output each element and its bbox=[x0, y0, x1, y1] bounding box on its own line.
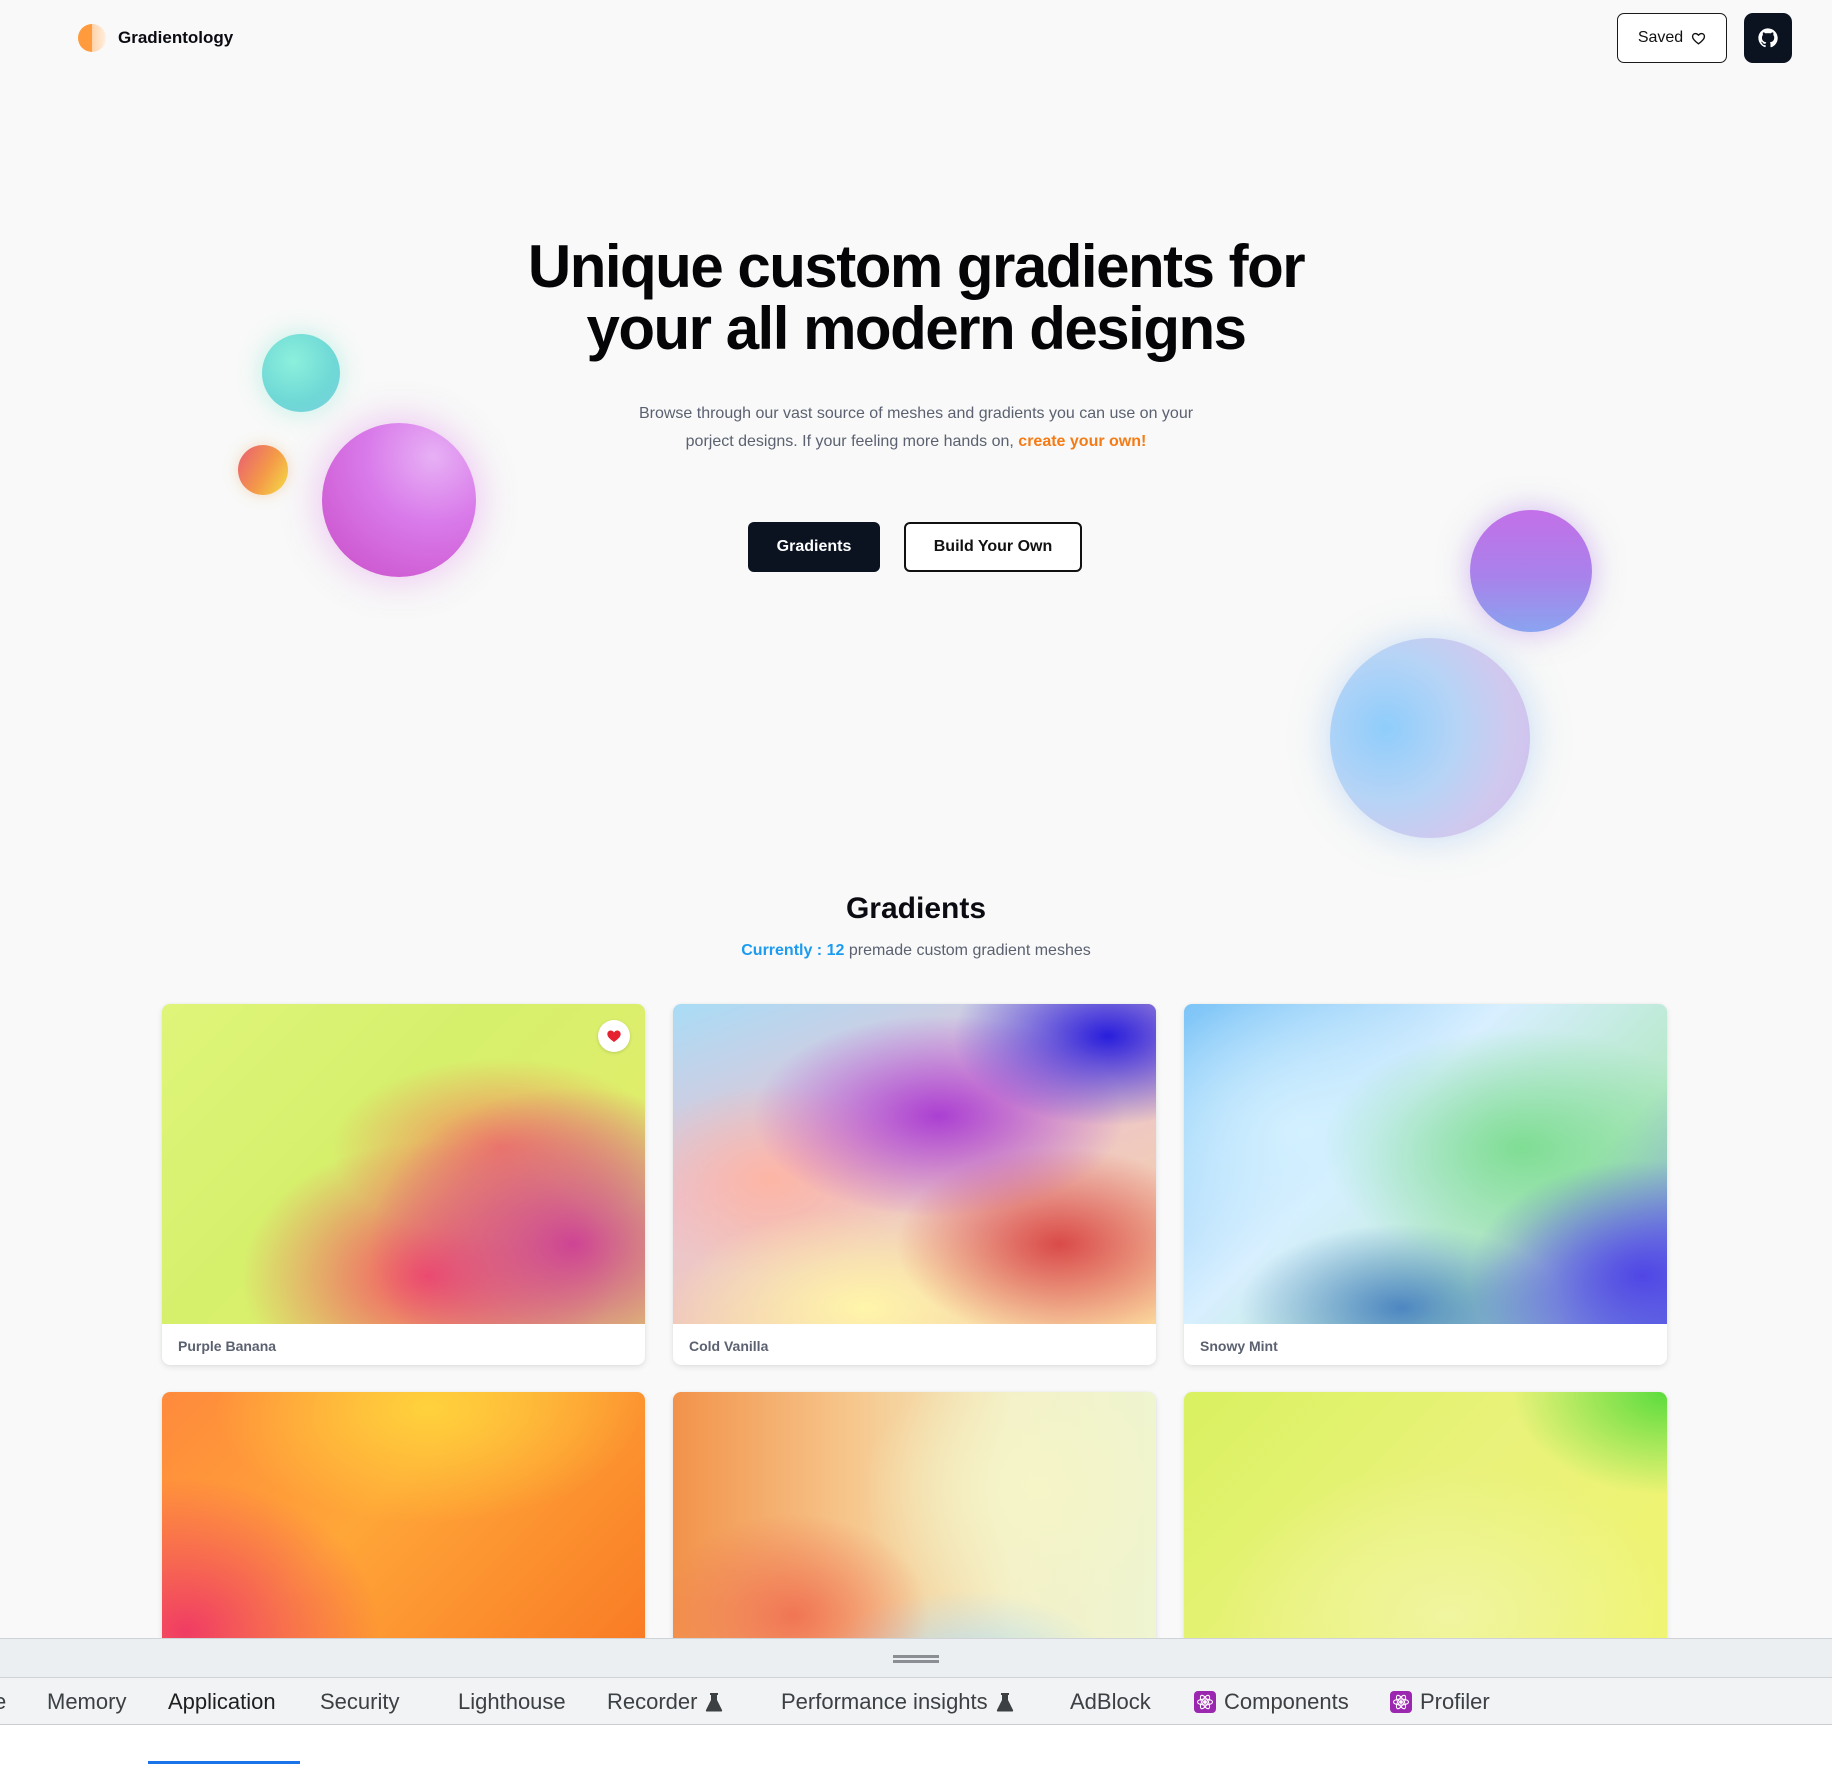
heart-outline-icon bbox=[1692, 32, 1706, 44]
hero-title-line2: your all modern designs bbox=[586, 295, 1248, 362]
devtools-panel: e Memory Application Security Lighthouse… bbox=[0, 1638, 1832, 1774]
tab-overflow-fragment[interactable]: e bbox=[0, 1678, 6, 1726]
gradient-name: Cold Vanilla bbox=[689, 1338, 769, 1354]
flask-icon bbox=[706, 1693, 723, 1712]
heart-filled-icon bbox=[607, 1030, 621, 1042]
react-icon bbox=[1194, 1691, 1216, 1713]
gradient-card[interactable]: Snowy Mint bbox=[1184, 1004, 1667, 1365]
gradient-name: Purple Banana bbox=[178, 1338, 277, 1354]
gradient-swatch[interactable] bbox=[1184, 1004, 1667, 1324]
decorative-orb bbox=[322, 423, 476, 577]
tab-label: Components bbox=[1224, 1689, 1349, 1714]
flask-icon bbox=[996, 1693, 1013, 1712]
github-button[interactable] bbox=[1744, 13, 1792, 63]
tab-adblock[interactable]: AdBlock bbox=[1070, 1678, 1151, 1726]
build-your-own-button[interactable]: Build Your Own bbox=[904, 522, 1082, 572]
tab-lighthouse[interactable]: Lighthouse bbox=[458, 1678, 566, 1726]
tab-label: AdBlock bbox=[1070, 1689, 1151, 1714]
gradient-name: Snowy Mint bbox=[1200, 1338, 1278, 1354]
tab-application[interactable]: Application bbox=[168, 1678, 276, 1726]
hero-description: Browse through our vast source of meshes… bbox=[616, 400, 1216, 456]
devtools-resize-strip[interactable] bbox=[0, 1639, 1832, 1677]
gradients-section-title: Gradients bbox=[845, 892, 987, 925]
hero-title-line1: Unique custom gradients for bbox=[527, 233, 1306, 300]
tab-recorder[interactable]: Recorder bbox=[607, 1678, 723, 1726]
gradient-card[interactable]: Purple Banana bbox=[162, 1004, 645, 1365]
saved-label: Saved bbox=[1637, 29, 1684, 46]
gradients-button[interactable]: Gradients bbox=[748, 522, 880, 572]
tab-memory[interactable]: Memory bbox=[47, 1678, 126, 1726]
decorative-orb bbox=[1470, 510, 1592, 632]
saved-button[interactable]: Saved bbox=[1617, 13, 1727, 63]
favorite-button[interactable] bbox=[598, 1020, 630, 1052]
top-navbar: Gradientology Saved bbox=[0, 0, 1832, 76]
tab-profiler[interactable]: Profiler bbox=[1390, 1678, 1490, 1726]
logo-text[interactable]: Gradientology bbox=[118, 28, 233, 48]
devtools-tabbar: e Memory Application Security Lighthouse… bbox=[0, 1677, 1832, 1764]
react-icon bbox=[1390, 1691, 1412, 1713]
tab-components[interactable]: Components bbox=[1194, 1678, 1349, 1726]
tab-label: Memory bbox=[47, 1689, 127, 1714]
gradient-swatch[interactable] bbox=[673, 1004, 1156, 1324]
gradient-swatch[interactable] bbox=[162, 1004, 645, 1324]
tab-security[interactable]: Security bbox=[320, 1678, 399, 1726]
gradient-card[interactable]: Cold Vanilla bbox=[673, 1004, 1156, 1365]
tab-label: Lighthouse bbox=[458, 1689, 566, 1714]
tab-performance-insights[interactable]: Performance insights bbox=[781, 1678, 1014, 1726]
currently-label: Currently : bbox=[741, 942, 823, 959]
gradients-count-text: Currently : 12 premade custom gradient m… bbox=[0, 942, 1832, 960]
github-icon bbox=[1758, 28, 1778, 48]
tab-label: Security bbox=[320, 1689, 400, 1714]
tab-label: Profiler bbox=[1420, 1689, 1490, 1714]
decorative-orb bbox=[238, 445, 288, 495]
tab-label: Performance insights bbox=[781, 1689, 988, 1714]
hero-desc-line2: porject designs. If your feeling more ha… bbox=[685, 433, 1014, 450]
drag-handle-icon[interactable] bbox=[893, 1655, 939, 1663]
tab-label: Application bbox=[168, 1689, 276, 1714]
create-your-own-link[interactable]: create your own! bbox=[1018, 433, 1146, 450]
decorative-orb bbox=[1330, 638, 1530, 838]
gradient-count: 12 bbox=[826, 942, 845, 959]
hero-desc-line1: Browse through our vast source of meshes… bbox=[638, 405, 1194, 422]
logo-icon[interactable] bbox=[78, 24, 106, 52]
active-tab-indicator bbox=[148, 1761, 300, 1764]
gradient-count-suffix: premade custom gradient meshes bbox=[848, 942, 1091, 959]
hero-title: Unique custom gradients for your all mod… bbox=[0, 236, 1832, 360]
tab-label: Recorder bbox=[607, 1689, 698, 1714]
